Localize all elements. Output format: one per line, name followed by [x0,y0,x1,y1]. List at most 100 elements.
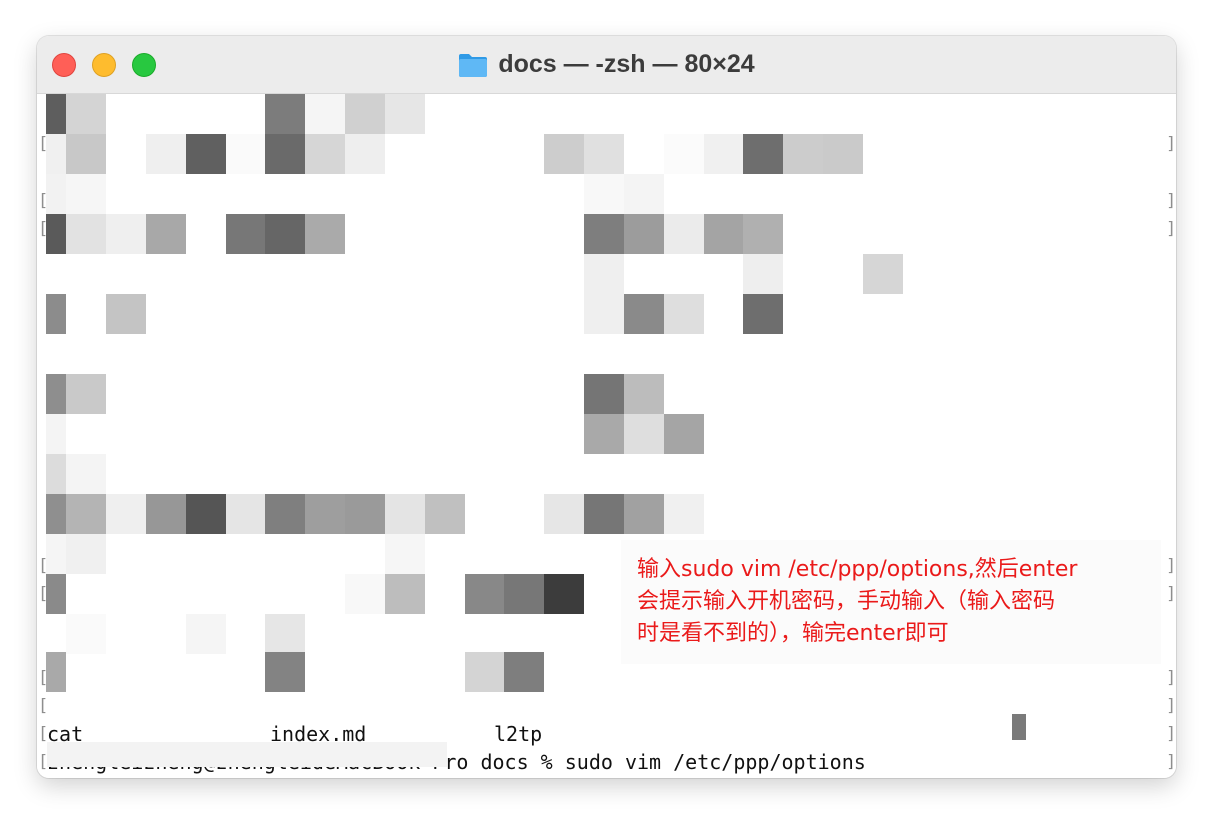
pixelated-block [584,414,624,454]
pixelated-block [624,214,664,254]
pixelated-block [743,134,783,174]
pixelated-block [146,134,186,174]
pixelated-block [46,134,66,174]
pixelated-block [345,574,385,614]
pixelated-block [146,214,186,254]
pixelated-block [186,614,226,654]
pixelated-block [584,214,624,254]
window-title: docs — -zsh — 80×24 [37,36,1176,93]
pixelated-block [863,254,903,294]
terminal-content[interactable]: [ ] [ ] [ ] [ ] [ ] [ ] [ ] [ ] [ ] cat … [37,94,1176,778]
pixelated-block [504,652,544,692]
line-bracket-right: ] [1166,584,1176,604]
line-bracket-left: [ [38,191,49,211]
pixelated-block [743,254,783,294]
file-entry: l2tp [494,722,543,746]
pixelated-block [664,414,704,454]
pixelated-block [664,214,704,254]
annotation-note: 输入sudo vim /etc/ppp/options,然后enter 会提示输… [621,540,1161,664]
pixelated-block [664,294,704,334]
pixelated-block [46,174,66,214]
pixelated-block [624,294,664,334]
pixelated-block [544,134,584,174]
pixelated-block [305,494,345,534]
pixelated-block [46,294,66,334]
pixelated-block [624,174,664,214]
pixelated-block [66,174,106,214]
blurred-line [47,742,447,767]
pixelated-block [265,652,305,692]
pixelated-block [66,134,106,174]
pixelated-block [504,574,544,614]
pixelated-block [544,494,584,534]
pixelated-block [46,374,66,414]
pixelated-block [345,94,385,134]
line-bracket-left: [ [38,556,49,576]
line-bracket-right: ] [1166,134,1176,154]
pixelated-block [584,174,624,214]
pixelated-block [584,134,624,174]
line-bracket-right: ] [1166,668,1176,688]
pixelated-block [783,134,823,174]
pixelated-block [385,94,425,134]
pixelated-block [664,134,704,174]
pixelated-block [385,574,425,614]
pixelated-block [465,574,505,614]
line-bracket-right: ] [1166,219,1176,239]
pixelated-block [66,94,106,134]
pixelated-block [46,574,66,614]
pixelated-block [425,494,465,534]
folder-icon [459,53,488,77]
pixelated-block [265,134,305,174]
line-bracket-left: [ [38,584,49,604]
pixelated-block [265,494,305,534]
pixelated-block [46,414,66,454]
annotation-line: 时是看不到的），输完enter即可 [637,621,949,646]
pixelated-block [305,134,345,174]
line-bracket-right: ] [1166,752,1176,772]
pixelated-block [46,454,66,494]
pixelated-block [66,374,106,414]
pixelated-block [584,254,624,294]
pixelated-block [226,214,266,254]
pixelated-block [664,494,704,534]
pixelated-block [704,214,744,254]
pixelated-block [66,534,106,574]
pixelated-block [265,614,305,654]
annotation-line: 输入sudo vim /etc/ppp/options,然后enter [637,557,1078,582]
pixelated-block [66,214,106,254]
pixelated-block [345,134,385,174]
pixelated-block [265,94,305,134]
line-bracket-left: [ [38,134,49,154]
pixelated-block [584,294,624,334]
pixelated-block [46,94,66,134]
annotation-line: 会提示输入开机密码，手动输入（输入密码 [637,589,1056,614]
pixelated-block [186,134,226,174]
pixelated-block [624,494,664,534]
line-bracket-left: [ [38,696,49,716]
title-text: docs — -zsh — 80×24 [498,50,755,78]
pixelated-block [146,494,186,534]
title-bar: docs — -zsh — 80×24 [37,36,1176,94]
pixelated-block [624,414,664,454]
pixelated-block [544,574,584,614]
line-bracket-right: ] [1166,191,1176,211]
pixelated-block [226,494,266,534]
pixelated-block [305,214,345,254]
pixelated-block [465,652,505,692]
pixelated-block [226,134,266,174]
line-bracket-right: ] [1166,724,1176,744]
pixelated-block [265,214,305,254]
pixelated-block [46,214,66,254]
pixelated-block [66,454,106,494]
pixelated-block [584,494,624,534]
pixelated-block [743,294,783,334]
pixelated-block [46,494,66,534]
line-bracket-left: [ [38,668,49,688]
pixelated-block [385,494,425,534]
pixelated-block [186,494,226,534]
pixelated-block [743,214,783,254]
pixelated-block [106,294,146,334]
line-bracket-left: [ [38,219,49,239]
pixelated-block [106,494,146,534]
